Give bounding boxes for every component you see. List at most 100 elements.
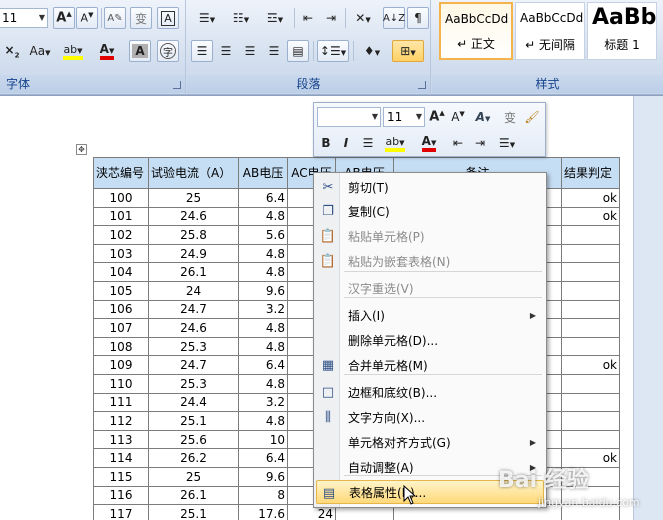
table-cell[interactable]: 108: [93, 336, 149, 357]
table-cell[interactable]: [561, 373, 620, 394]
clear-format-button[interactable]: A✎: [104, 7, 126, 29]
table-cell[interactable]: 24.6: [148, 318, 239, 338]
table-cell[interactable]: [561, 243, 620, 264]
table-cell[interactable]: 24.9: [148, 243, 239, 264]
table-cell[interactable]: 105: [93, 280, 149, 301]
decrease-indent-button[interactable]: ⇤: [297, 7, 319, 29]
table-cell[interactable]: [561, 336, 620, 357]
table-cell[interactable]: 4.8: [238, 318, 288, 338]
table-cell[interactable]: 117: [93, 504, 149, 520]
borders-button[interactable]: ⊞▼: [392, 40, 424, 62]
mini-decrease-indent-button[interactable]: ⇤: [448, 132, 468, 154]
vertical-scrollbar[interactable]: [633, 96, 663, 520]
subscript-button[interactable]: ×2: [2, 40, 22, 62]
increase-indent-button[interactable]: ⇥: [320, 7, 342, 29]
table-cell[interactable]: ok: [561, 355, 620, 375]
justify-button[interactable]: ☰: [263, 40, 285, 62]
table-cell[interactable]: 101: [93, 206, 149, 227]
char-shading-button[interactable]: A: [129, 40, 151, 62]
menu-item[interactable]: □ 边框和底纹(B)...: [316, 380, 544, 404]
table-cell[interactable]: 104: [93, 262, 149, 282]
show-marks-button[interactable]: ¶: [407, 7, 429, 29]
table-cell[interactable]: [561, 411, 620, 431]
table-cell[interactable]: 25: [148, 466, 239, 487]
table-cell[interactable]: 9.6: [238, 466, 288, 487]
table-cell[interactable]: [561, 225, 620, 245]
menu-item[interactable]: ❐ 复制(C): [316, 199, 544, 223]
table-cell[interactable]: 25.1: [148, 411, 239, 431]
align-center-button[interactable]: ☰: [215, 40, 237, 62]
table-cell[interactable]: 3.2: [238, 392, 288, 413]
table-cell[interactable]: 6.4: [238, 355, 288, 375]
table-cell[interactable]: 25.8: [148, 225, 239, 245]
menu-item[interactable]: 删除单元格(D)...: [316, 328, 544, 352]
table-cell[interactable]: 10: [238, 429, 288, 450]
table-cell[interactable]: 25.3: [148, 373, 239, 394]
mini-bullets-button[interactable]: ☰▼: [492, 132, 522, 154]
table-cell[interactable]: 114: [93, 448, 149, 468]
mini-phonetic-button[interactable]: 变: [500, 106, 520, 128]
table-cell[interactable]: 26.1: [148, 262, 239, 282]
header-cell[interactable]: AB电压: [238, 157, 288, 189]
mini-font-combo[interactable]: ▼: [317, 107, 381, 127]
table-cell[interactable]: 26.2: [148, 448, 239, 468]
table-cell[interactable]: 24.7: [148, 355, 239, 375]
table-cell[interactable]: [561, 392, 620, 413]
menu-item[interactable]: 插入(I) ▶: [316, 303, 544, 327]
table-cell[interactable]: 8: [238, 485, 288, 506]
mini-highlight-button[interactable]: ab▼: [380, 132, 410, 154]
header-cell[interactable]: 试验电流（A）: [148, 157, 239, 189]
menu-item[interactable]: ⫼ 文字方向(X)...: [316, 405, 544, 429]
enclose-char-button[interactable]: 字: [157, 40, 179, 62]
header-cell[interactable]: 结果判定: [561, 157, 620, 189]
phonetic-guide-button[interactable]: 变: [130, 7, 152, 29]
style-heading-1[interactable]: AaBb 标题 1: [587, 2, 657, 60]
table-cell[interactable]: 113: [93, 429, 149, 450]
shrink-font-button[interactable]: A▼: [76, 7, 98, 29]
table-cell[interactable]: 4.8: [238, 206, 288, 227]
table-cell[interactable]: 4.8: [238, 262, 288, 282]
style-no-spacing[interactable]: AaBbCcDd ↵ 无间隔: [515, 2, 585, 60]
table-cell[interactable]: 110: [93, 373, 149, 394]
table-cell[interactable]: ok: [561, 188, 620, 208]
table-cell[interactable]: [561, 262, 620, 282]
mini-styles-button[interactable]: A▼: [470, 106, 496, 128]
style-normal[interactable]: AaBbCcDd ↵ 正文: [439, 2, 513, 60]
table-cell[interactable]: [561, 429, 620, 450]
char-border-button[interactable]: A: [157, 7, 179, 29]
numbering-button[interactable]: ☷▼: [225, 7, 257, 29]
mini-italic-button[interactable]: I: [337, 132, 355, 154]
table-cell[interactable]: 109: [93, 355, 149, 375]
mini-grow-font-button[interactable]: A▲: [427, 106, 447, 128]
table-cell[interactable]: 4.8: [238, 373, 288, 394]
shading-button[interactable]: ♦▼: [356, 40, 388, 62]
header-cell[interactable]: 浃芯编号: [93, 157, 149, 189]
table-cell[interactable]: 17.6: [238, 504, 288, 520]
table-cell[interactable]: [561, 280, 620, 301]
table-cell[interactable]: 9.6: [238, 280, 288, 301]
highlight-button[interactable]: ab▼: [58, 40, 88, 62]
table-cell[interactable]: 115: [93, 466, 149, 487]
table-cell[interactable]: 100: [93, 188, 149, 208]
menu-item[interactable]: ✂ 剪切(T): [316, 175, 544, 199]
table-cell[interactable]: 5.6: [238, 225, 288, 245]
font-color-button[interactable]: A▼: [92, 40, 122, 62]
table-cell[interactable]: 3.2: [238, 299, 288, 320]
font-size-combo[interactable]: 11 ▼: [0, 8, 48, 28]
table-cell[interactable]: 25.1: [148, 504, 239, 520]
table-cell[interactable]: [561, 299, 620, 320]
line-spacing-button[interactable]: ↕☰▼: [317, 40, 349, 62]
mini-center-button[interactable]: ☰: [358, 132, 378, 154]
table-cell[interactable]: 24: [148, 280, 239, 301]
table-cell[interactable]: 116: [93, 485, 149, 506]
table-cell[interactable]: 106: [93, 299, 149, 320]
table-cell[interactable]: 6.4: [238, 188, 288, 208]
table-cell[interactable]: 24.7: [148, 299, 239, 320]
grow-font-button[interactable]: A▲: [53, 7, 75, 29]
table-cell[interactable]: 26.1: [148, 485, 239, 506]
table-cell[interactable]: 25: [148, 188, 239, 208]
mini-font-color-button[interactable]: A▼: [414, 132, 444, 154]
bullets-button[interactable]: ☰▼: [191, 7, 223, 29]
table-cell[interactable]: 112: [93, 411, 149, 431]
font-dialog-launcher[interactable]: [173, 81, 181, 89]
